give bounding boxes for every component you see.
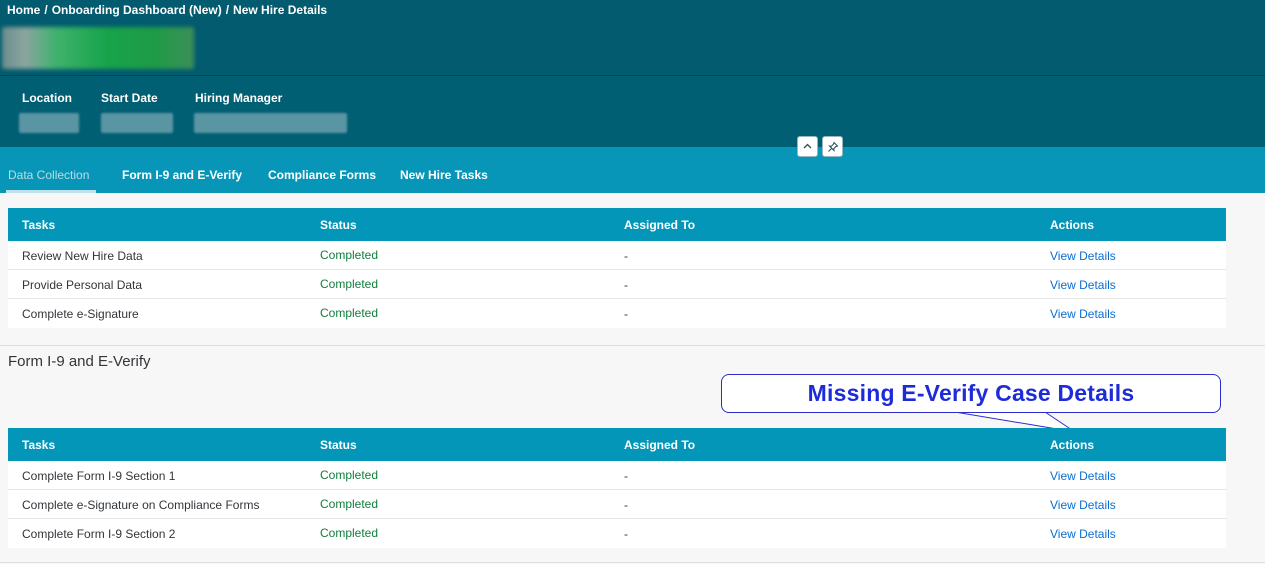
table-row: Complete Form I-9 Section 1 Completed - …: [8, 461, 1226, 490]
task-status: Completed: [320, 468, 379, 482]
task-status: Completed: [320, 248, 379, 262]
table-row: Complete e-Signature Completed - View De…: [8, 299, 1226, 328]
breadcrumb-separator: /: [225, 3, 230, 17]
table-row: Complete Form I-9 Section 2 Completed - …: [8, 519, 1226, 548]
tab-compliance-forms[interactable]: Compliance Forms: [268, 168, 376, 182]
view-details-link[interactable]: View Details: [1050, 278, 1116, 292]
task-assigned-to: -: [624, 498, 628, 512]
column-header-tasks: Tasks: [22, 438, 56, 452]
task-name: Provide Personal Data: [22, 278, 143, 292]
tab-data-collection[interactable]: Data Collection: [8, 168, 89, 182]
task-status: Completed: [320, 497, 379, 511]
task-name: Complete e-Signature: [22, 307, 139, 321]
view-details-link[interactable]: View Details: [1050, 527, 1116, 541]
section-title-form-i9: Form I-9 and E-Verify: [8, 353, 151, 370]
pin-icon: [827, 141, 838, 152]
table-row: Provide Personal Data Completed - View D…: [8, 270, 1226, 299]
task-name: Complete Form I-9 Section 2: [22, 527, 176, 541]
redacted-employee-name: [2, 27, 194, 69]
active-tab-indicator: [6, 190, 96, 193]
header-title-area: Home / Onboarding Dashboard (New) / New …: [0, 0, 1265, 76]
task-name: Complete Form I-9 Section 1: [22, 469, 176, 483]
task-assigned-to: -: [624, 527, 628, 541]
pin-header-button[interactable]: [822, 136, 843, 157]
tab-form-i9-e-verify[interactable]: Form I-9 and E-Verify: [122, 168, 242, 182]
column-header-actions: Actions: [1050, 218, 1095, 232]
data-collection-table: Tasks Status Assigned To Actions Review …: [8, 208, 1226, 328]
breadcrumb-current: New Hire Details: [233, 3, 328, 17]
table-row: Review New Hire Data Completed - View De…: [8, 241, 1226, 270]
tab-new-hire-tasks[interactable]: New Hire Tasks: [400, 168, 488, 182]
column-header-assigned-to: Assigned To: [624, 438, 696, 452]
location-label: Location: [22, 91, 72, 105]
annotation-callout: Missing E-Verify Case Details: [721, 374, 1221, 413]
column-header-status: Status: [320, 438, 357, 452]
task-status: Completed: [320, 306, 379, 320]
start-date-label: Start Date: [101, 91, 158, 105]
column-header-status: Status: [320, 218, 357, 232]
redacted-location-value: [19, 113, 79, 133]
view-details-link[interactable]: View Details: [1050, 498, 1116, 512]
redacted-start-date-value: [101, 113, 173, 133]
column-header-actions: Actions: [1050, 438, 1095, 452]
task-status: Completed: [320, 526, 379, 540]
table-row: Complete e-Signature on Compliance Forms…: [8, 490, 1226, 519]
form-i9-table: Tasks Status Assigned To Actions Complet…: [8, 428, 1226, 548]
section-divider: [0, 345, 1265, 346]
collapse-header-button[interactable]: [797, 136, 818, 157]
view-details-link[interactable]: View Details: [1050, 249, 1116, 263]
breadcrumb-home[interactable]: Home: [7, 3, 40, 17]
view-details-link[interactable]: View Details: [1050, 469, 1116, 483]
object-page-header: Home / Onboarding Dashboard (New) / New …: [0, 0, 1265, 147]
breadcrumb: Home / Onboarding Dashboard (New) / New …: [7, 3, 327, 17]
breadcrumb-separator: /: [44, 3, 48, 17]
task-assigned-to: -: [624, 278, 628, 292]
redacted-hiring-manager-value: [194, 113, 347, 133]
section-divider: [0, 562, 1265, 563]
task-assigned-to: -: [624, 249, 628, 263]
task-name: Complete e-Signature on Compliance Forms: [22, 498, 260, 512]
hiring-manager-label: Hiring Manager: [195, 91, 283, 105]
task-assigned-to: -: [624, 469, 628, 483]
annotation-text: Missing E-Verify Case Details: [807, 380, 1135, 406]
chevron-up-icon: [803, 143, 812, 149]
column-header-assigned-to: Assigned To: [624, 218, 696, 232]
table-header: Tasks Status Assigned To Actions: [8, 428, 1226, 461]
task-name: Review New Hire Data: [22, 249, 143, 263]
view-details-link[interactable]: View Details: [1050, 307, 1116, 321]
task-status: Completed: [320, 277, 379, 291]
anchor-bar: Data Collection Form I-9 and E-Verify Co…: [0, 147, 1265, 193]
table-header: Tasks Status Assigned To Actions: [8, 208, 1226, 241]
task-assigned-to: -: [624, 307, 628, 321]
breadcrumb-onboarding-dashboard[interactable]: Onboarding Dashboard (New): [52, 3, 222, 17]
column-header-tasks: Tasks: [22, 218, 56, 232]
